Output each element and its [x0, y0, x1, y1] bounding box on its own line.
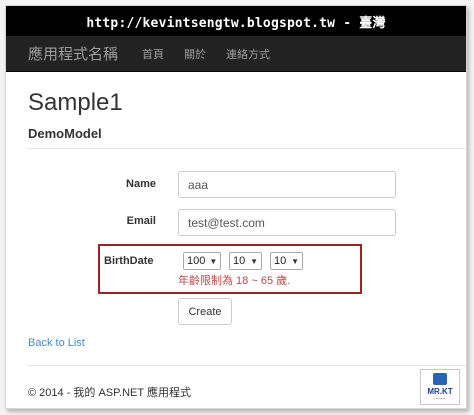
- birthdate-validation-message: 年齡限制為 18 ~ 65 歲.: [178, 275, 291, 287]
- navbar: 應用程式名稱 首頁 關於 連絡方式: [6, 36, 466, 72]
- chevron-down-icon: ▼: [250, 256, 258, 266]
- chevron-down-icon: ▼: [209, 256, 218, 266]
- main-content: Sample1 DemoModel Name aaa Email test@te…: [28, 72, 466, 405]
- page-subtitle: DemoModel: [28, 126, 102, 141]
- browser-frame: http://kevintsengtw.blogspot.tw - 臺灣 應用程…: [5, 5, 467, 409]
- url-banner: http://kevintsengtw.blogspot.tw - 臺灣: [6, 6, 466, 36]
- logo-mark-icon: [433, 372, 447, 385]
- birth-day-select[interactable]: 10 ▼: [270, 252, 303, 270]
- logo-subtext: ───: [434, 395, 446, 402]
- nav-link-about[interactable]: 關於: [184, 46, 206, 62]
- birthdate-label: BirthDate: [104, 255, 154, 267]
- birth-day-value: 10: [274, 255, 287, 267]
- footer-text: © 2014 - 我的 ASP.NET 應用程式: [28, 387, 191, 399]
- watermark-logo: MR.KT ───: [420, 369, 460, 405]
- birth-year-value: 100: [187, 255, 206, 267]
- email-label: Email: [126, 215, 156, 227]
- back-to-list-link[interactable]: Back to List: [28, 337, 85, 349]
- screenshot: http://kevintsengtw.blogspot.tw - 臺灣 應用程…: [0, 0, 474, 415]
- footer-divider: [28, 365, 466, 366]
- chevron-down-icon: ▼: [291, 256, 299, 266]
- nav-link-home[interactable]: 首頁: [142, 46, 164, 62]
- name-label: Name: [126, 178, 156, 190]
- divider: [28, 148, 466, 149]
- logo-text: MR.KT: [427, 386, 453, 396]
- birth-month-value: 10: [233, 255, 246, 267]
- create-button[interactable]: Create: [178, 298, 232, 325]
- navbar-brand[interactable]: 應用程式名稱: [28, 43, 118, 64]
- page-title: Sample1: [28, 89, 123, 116]
- nav-link-contact[interactable]: 連絡方式: [226, 46, 270, 62]
- birth-month-select[interactable]: 10 ▼: [229, 252, 262, 270]
- birth-year-select[interactable]: 100 ▼: [183, 252, 221, 270]
- email-input[interactable]: test@test.com: [178, 209, 396, 236]
- name-input[interactable]: aaa: [178, 171, 396, 198]
